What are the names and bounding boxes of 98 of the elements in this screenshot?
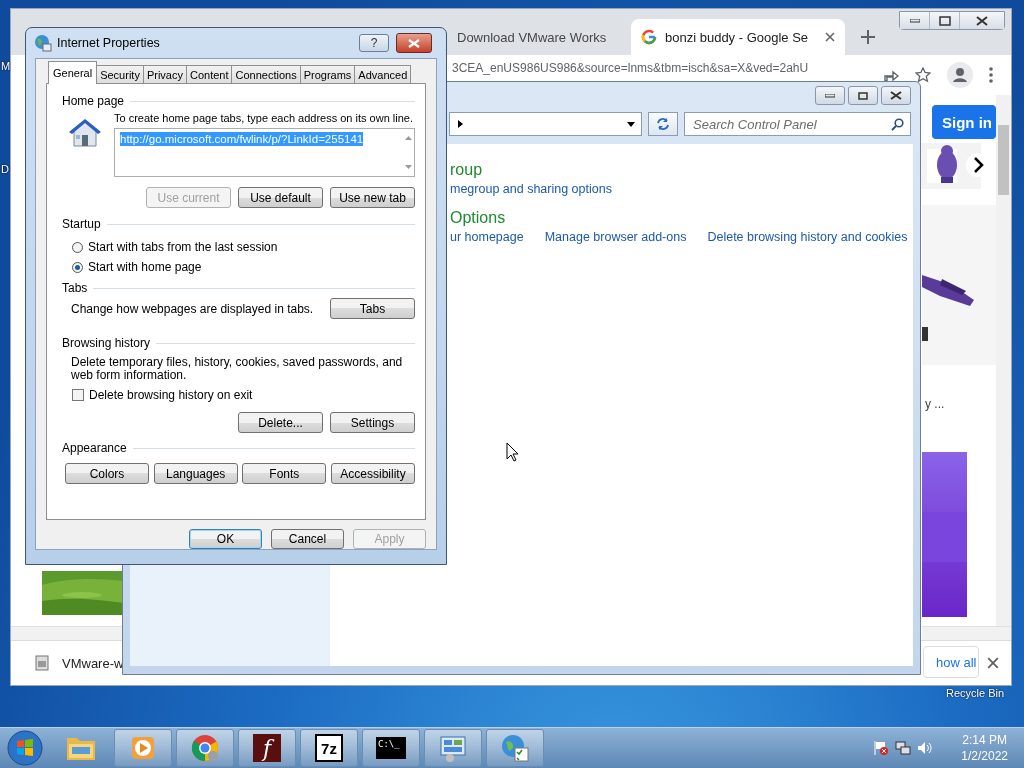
dialog-button[interactable]: Delete... bbox=[238, 412, 323, 433]
flash-logo: f bbox=[253, 734, 281, 762]
volume-icon[interactable] bbox=[917, 740, 934, 756]
breadcrumb-arrow-icon[interactable] bbox=[458, 120, 463, 128]
console-logo: C:\_ bbox=[376, 737, 406, 759]
vertical-scrollbar[interactable] bbox=[996, 95, 1011, 627]
dialog-button[interactable]: Use default bbox=[238, 187, 323, 208]
play-icon bbox=[129, 734, 157, 762]
instruction-text: To create home page tabs, type each address on its own line. bbox=[114, 112, 414, 124]
house-icon bbox=[68, 118, 102, 148]
dialog-button[interactable]: Settings bbox=[330, 412, 415, 433]
dialog-tab[interactable]: Connections bbox=[231, 65, 301, 83]
address-bar[interactable]: 3CEA_enUS986US986&source=lnms&tbm=isch&sa=X&ved=2ahU bbox=[452, 62, 809, 75]
control-panel-icon bbox=[438, 733, 468, 763]
flag-icon[interactable] bbox=[873, 740, 890, 756]
google-icon bbox=[641, 29, 657, 45]
minimize-button[interactable] bbox=[900, 12, 930, 29]
archive-logo: 7z bbox=[315, 734, 343, 762]
dialog-tab[interactable]: Security bbox=[96, 65, 144, 83]
dialog-button[interactable]: OK bbox=[189, 529, 262, 549]
category-heading[interactable]: Options bbox=[450, 208, 908, 228]
menu-icon[interactable] bbox=[989, 67, 993, 83]
download-file-name[interactable]: VMware-w bbox=[62, 655, 124, 671]
dialog-tab[interactable]: Content bbox=[185, 65, 233, 83]
dialog-tab[interactable]: Privacy bbox=[142, 65, 187, 83]
minimize-button[interactable] bbox=[815, 86, 845, 105]
taskbar-button[interactable] bbox=[424, 729, 482, 767]
restore-button[interactable] bbox=[930, 12, 960, 29]
radio-label[interactable]: Start with tabs from the last session bbox=[88, 240, 278, 254]
close-button[interactable] bbox=[960, 12, 1004, 29]
search-icon[interactable] bbox=[891, 117, 904, 131]
dialog-tab[interactable]: Advanced bbox=[354, 65, 412, 83]
tab-close-icon[interactable] bbox=[825, 32, 835, 42]
dialog-button[interactable]: Fonts bbox=[242, 463, 327, 484]
group-heading: Browsing history bbox=[62, 336, 151, 350]
close-icon[interactable] bbox=[890, 91, 902, 100]
dialog-button[interactable]: Colors bbox=[65, 463, 149, 484]
task-link[interactable]: Delete browsing history and cookies bbox=[707, 228, 908, 246]
dialog-button[interactable]: Cancel bbox=[271, 529, 344, 549]
start-button[interactable] bbox=[6, 729, 44, 767]
share-icon[interactable] bbox=[883, 68, 899, 82]
desktop-icon-label[interactable]: M bbox=[1, 60, 11, 72]
restore-icon[interactable] bbox=[938, 15, 951, 26]
close-icon[interactable] bbox=[987, 657, 999, 669]
checkbox[interactable] bbox=[72, 389, 84, 401]
task-link[interactable]: ur homepage bbox=[450, 228, 524, 246]
taskbar-button[interactable]: f bbox=[238, 729, 296, 767]
mouse-pointer-icon bbox=[506, 442, 520, 462]
window-title: Internet Properties bbox=[57, 36, 161, 50]
file-icon bbox=[35, 655, 49, 671]
radio-label[interactable]: Start with home page bbox=[88, 260, 202, 274]
desktop-icon-label[interactable]: Recycle Bin bbox=[946, 687, 1005, 699]
dialog-tab[interactable]: General bbox=[48, 61, 98, 84]
sign-in-button[interactable]: Sign in bbox=[932, 105, 996, 139]
help-button[interactable]: ? bbox=[359, 34, 389, 52]
result-caption[interactable]: y ... bbox=[925, 397, 945, 411]
group-heading: Tabs bbox=[62, 281, 88, 295]
search-field[interactable]: Search Control Panel bbox=[684, 112, 911, 136]
minimize-icon[interactable] bbox=[825, 93, 835, 98]
task-link[interactable]: Manage browser add-ons bbox=[544, 228, 687, 246]
category-heading[interactable]: roup bbox=[450, 160, 908, 180]
radio-button[interactable] bbox=[72, 241, 83, 253]
close-button[interactable] bbox=[396, 33, 432, 53]
dialog-tab[interactable]: Programs bbox=[299, 65, 356, 83]
desktop-icon-label[interactable]: D bbox=[1, 163, 9, 175]
radio-button[interactable] bbox=[72, 261, 83, 273]
dialog-button[interactable]: Accessibility bbox=[330, 463, 415, 484]
taskbar-button[interactable] bbox=[114, 729, 172, 767]
browser-tab[interactable]: bonzi buddy - Google Se bbox=[631, 19, 845, 55]
taskbar-button[interactable]: 7z bbox=[300, 729, 358, 767]
taskbar-button[interactable] bbox=[176, 729, 234, 767]
restore-icon[interactable] bbox=[858, 91, 868, 100]
checkbox-label[interactable]: Delete browsing history on exit bbox=[89, 388, 253, 402]
description-text: Change how webpages are displayed in tabs. bbox=[71, 301, 314, 316]
refresh-button[interactable] bbox=[648, 112, 678, 136]
minimize-icon[interactable] bbox=[909, 18, 920, 23]
close-icon[interactable] bbox=[976, 15, 988, 26]
show-all-button[interactable]: how all bbox=[923, 646, 979, 678]
refresh-icon[interactable] bbox=[655, 117, 671, 131]
taskbar-button[interactable] bbox=[486, 729, 544, 767]
profile-icon[interactable] bbox=[947, 62, 973, 88]
group-heading: Startup bbox=[62, 217, 101, 231]
taskbar-button[interactable]: C:\_ bbox=[362, 729, 420, 767]
close-button[interactable] bbox=[881, 86, 911, 105]
group-heading: Home page bbox=[62, 94, 125, 108]
chrome-icon bbox=[190, 733, 220, 763]
dialog-button[interactable]: Languages bbox=[153, 463, 238, 484]
task-link[interactable]: megroup and sharing options bbox=[450, 180, 612, 198]
group-heading: Appearance bbox=[62, 441, 127, 455]
restore-button[interactable] bbox=[848, 86, 878, 105]
dropdown-icon[interactable] bbox=[627, 121, 635, 127]
dialog-button[interactable]: Tabs bbox=[330, 298, 415, 319]
description-text: Delete temporary files, history, cookies, saved passwords, and web form information. bbox=[71, 356, 404, 382]
globe-checklist-icon bbox=[500, 733, 530, 763]
dialog-button[interactable]: Use new tab bbox=[330, 187, 415, 208]
star-icon[interactable] bbox=[915, 67, 931, 83]
globe-icon bbox=[34, 34, 52, 52]
network-icon[interactable] bbox=[895, 740, 912, 756]
